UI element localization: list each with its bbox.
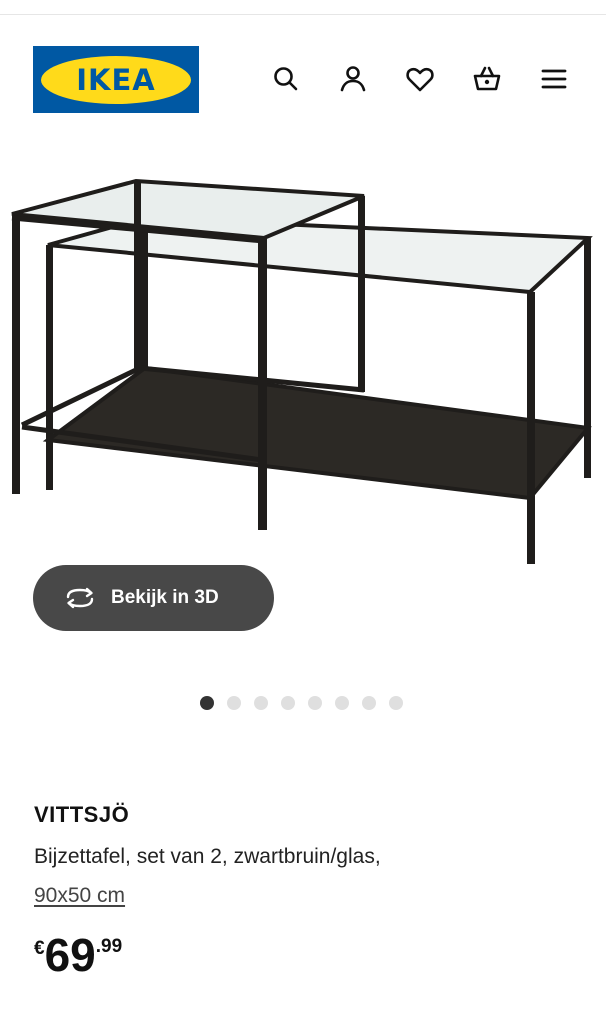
logo-oval: IKEA bbox=[41, 55, 191, 104]
product-name: VITTSJÖ bbox=[34, 802, 130, 827]
product-description: Bijzettafel, set van 2, zwartbruin/glas, bbox=[34, 845, 381, 868]
carousel-dot-3[interactable] bbox=[254, 696, 268, 710]
price-decimal: .99 bbox=[95, 936, 123, 957]
ikea-logo[interactable]: IKEA bbox=[33, 46, 199, 113]
rotate-3d-icon bbox=[66, 587, 94, 609]
carousel-dot-8[interactable] bbox=[389, 696, 403, 710]
price-integer: 69 bbox=[44, 929, 96, 981]
carousel-dot-5[interactable] bbox=[308, 696, 322, 710]
status-bar-strip bbox=[0, 0, 606, 15]
basket-icon[interactable] bbox=[467, 59, 507, 99]
product-size-link[interactable]: 90x50 cm bbox=[34, 884, 125, 908]
user-icon[interactable] bbox=[333, 59, 373, 99]
view-in-3d-button[interactable]: Bekijk in 3D bbox=[33, 565, 274, 631]
carousel-dot-1[interactable] bbox=[200, 696, 214, 710]
search-icon[interactable] bbox=[266, 59, 306, 99]
carousel-dot-4[interactable] bbox=[281, 696, 295, 710]
price-currency: € bbox=[34, 938, 45, 959]
carousel-dot-2[interactable] bbox=[227, 696, 241, 710]
logo-text: IKEA bbox=[76, 62, 156, 97]
menu-icon[interactable] bbox=[534, 59, 574, 99]
carousel-dot-6[interactable] bbox=[335, 696, 349, 710]
product-price: € 69 .99 bbox=[34, 928, 122, 982]
carousel-dot-7[interactable] bbox=[362, 696, 376, 710]
site-header: IKEA bbox=[0, 15, 606, 135]
view-in-3d-label: Bekijk in 3D bbox=[111, 587, 219, 608]
heart-icon[interactable] bbox=[400, 59, 440, 99]
carousel-dots bbox=[200, 695, 403, 711]
